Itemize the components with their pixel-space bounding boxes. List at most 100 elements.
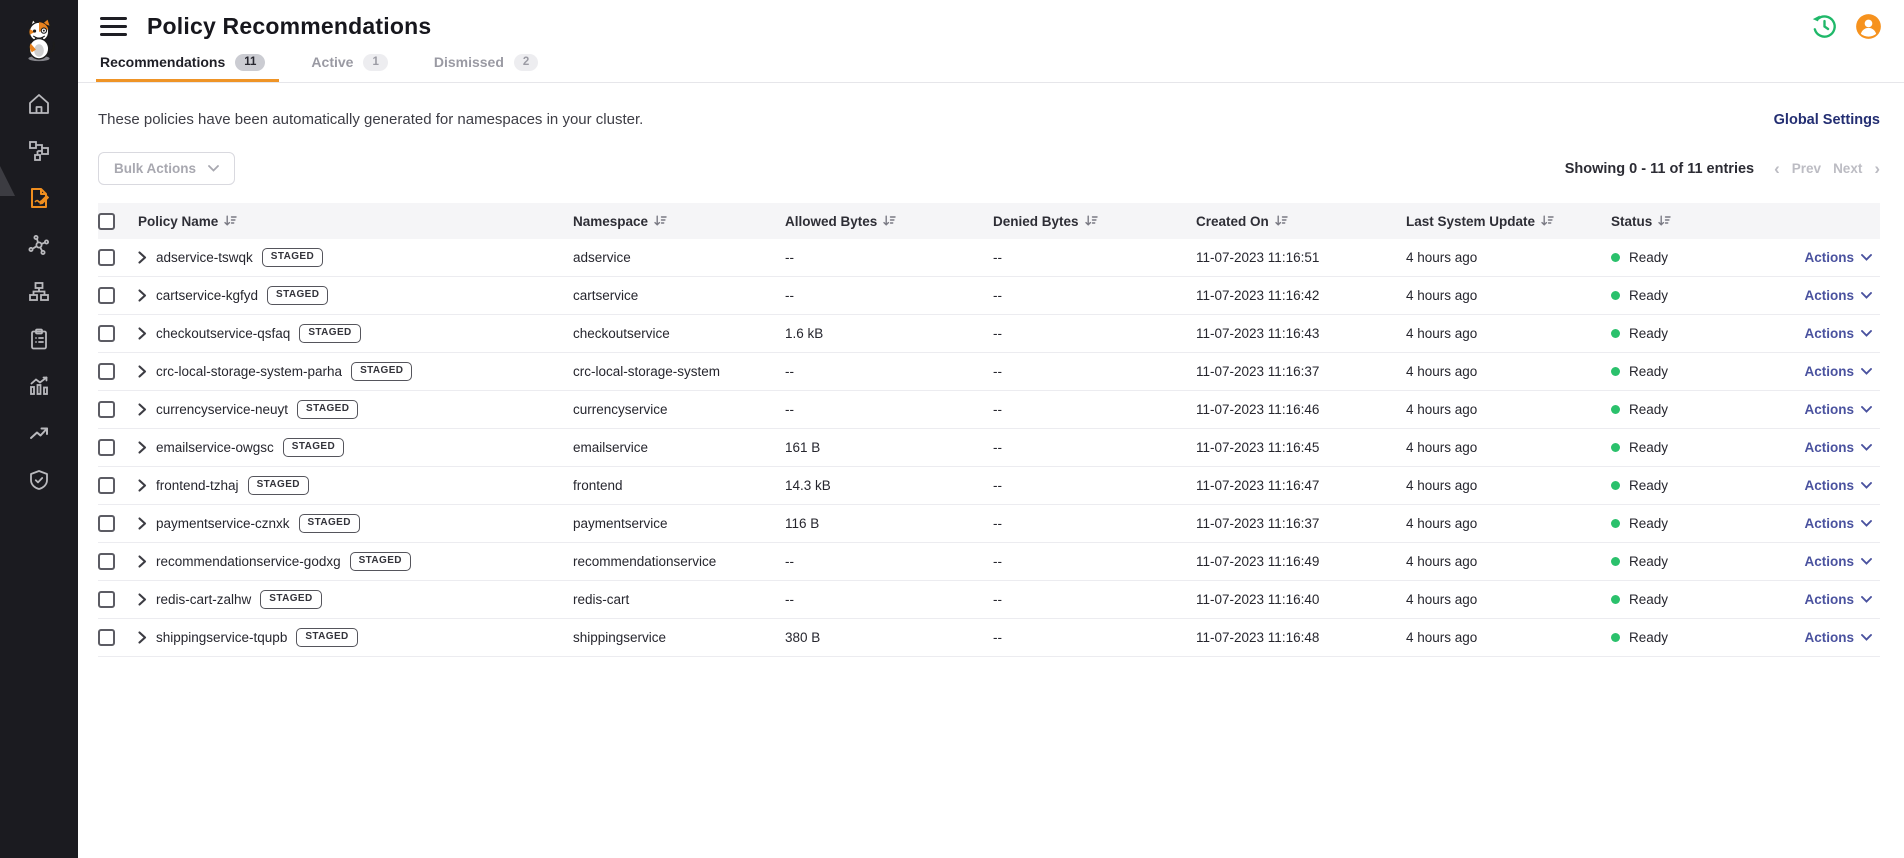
clipboard-icon[interactable] <box>26 326 52 352</box>
staged-badge: STAGED <box>283 438 344 457</box>
actions-dropdown[interactable]: Actions <box>1804 630 1872 645</box>
actions-dropdown[interactable]: Actions <box>1804 288 1872 303</box>
actions-dropdown[interactable]: Actions <box>1804 364 1872 379</box>
history-icon[interactable] <box>1810 12 1838 40</box>
expand-chevron-icon[interactable] <box>138 251 147 264</box>
trend-icon[interactable] <box>26 420 52 446</box>
sort-icon[interactable] <box>654 215 667 227</box>
created-on-value: 11-07-2023 11:16:46 <box>1196 402 1406 417</box>
next-chevron-icon[interactable]: › <box>1874 160 1880 177</box>
bulk-actions-label: Bulk Actions <box>114 161 196 176</box>
row-checkbox[interactable] <box>98 477 115 494</box>
denied-bytes-value: -- <box>993 440 1196 455</box>
sort-icon[interactable] <box>1658 215 1671 227</box>
actions-dropdown[interactable]: Actions <box>1804 402 1872 417</box>
column-header-allowed-bytes[interactable]: Allowed Bytes <box>785 214 896 229</box>
sidebar-nav <box>0 91 78 493</box>
actions-dropdown[interactable]: Actions <box>1804 478 1872 493</box>
row-checkbox[interactable] <box>98 553 115 570</box>
actions-label: Actions <box>1804 288 1854 303</box>
column-header-denied-bytes[interactable]: Denied Bytes <box>993 214 1098 229</box>
chevron-down-icon <box>1861 330 1872 337</box>
policy-name: checkoutservice-qsfaq <box>156 326 290 341</box>
sort-icon[interactable] <box>883 215 896 227</box>
namespace-value: recommendationservice <box>573 554 785 569</box>
allowed-bytes-value: -- <box>785 250 993 265</box>
allowed-bytes-value: 1.6 kB <box>785 326 993 341</box>
avatar-icon[interactable] <box>1854 12 1882 40</box>
bulk-actions-button[interactable]: Bulk Actions <box>98 152 235 185</box>
staged-badge: STAGED <box>267 286 328 305</box>
allowed-bytes-value: 161 B <box>785 440 993 455</box>
row-checkbox[interactable] <box>98 287 115 304</box>
topbar-right <box>1810 12 1882 40</box>
column-header-last-system-update[interactable]: Last System Update <box>1406 214 1554 229</box>
table-row: paymentservice-cznxk STAGED paymentservi… <box>98 505 1880 543</box>
row-checkbox[interactable] <box>98 591 115 608</box>
expand-chevron-icon[interactable] <box>138 289 147 302</box>
expand-chevron-icon[interactable] <box>138 479 147 492</box>
expand-chevron-icon[interactable] <box>138 593 147 606</box>
expand-chevron-icon[interactable] <box>138 631 147 644</box>
expand-chevron-icon[interactable] <box>138 517 147 530</box>
actions-dropdown[interactable]: Actions <box>1804 326 1872 341</box>
created-on-value: 11-07-2023 11:16:48 <box>1196 630 1406 645</box>
column-header-namespace[interactable]: Namespace <box>573 214 667 229</box>
analytics-icon[interactable] <box>26 373 52 399</box>
row-checkbox[interactable] <box>98 249 115 266</box>
hamburger-menu-icon[interactable] <box>100 17 127 36</box>
sitemap-icon[interactable] <box>26 279 52 305</box>
row-checkbox[interactable] <box>98 515 115 532</box>
policy-name: redis-cart-zalhw <box>156 592 251 607</box>
home-icon[interactable] <box>26 91 52 117</box>
row-checkbox[interactable] <box>98 401 115 418</box>
expand-chevron-icon[interactable] <box>138 441 147 454</box>
expand-chevron-icon[interactable] <box>138 327 147 340</box>
actions-dropdown[interactable]: Actions <box>1804 516 1872 531</box>
actions-dropdown[interactable]: Actions <box>1804 592 1872 607</box>
topology-icon[interactable] <box>26 138 52 164</box>
column-header-created-on[interactable]: Created On <box>1196 214 1288 229</box>
prev-chevron-icon[interactable]: ‹ <box>1774 160 1780 177</box>
tab-active[interactable]: Active 1 <box>311 52 387 82</box>
sort-icon[interactable] <box>1275 215 1288 227</box>
status-ready-dot <box>1611 519 1620 528</box>
column-header-policy-name[interactable]: Policy Name <box>138 214 237 229</box>
network-graph-icon[interactable] <box>26 232 52 258</box>
showing-entries-text: Showing 0 - 11 of 11 entries <box>1565 161 1754 177</box>
actions-dropdown[interactable]: Actions <box>1804 250 1872 265</box>
actions-label: Actions <box>1804 554 1854 569</box>
tab-recommendations[interactable]: Recommendations 11 <box>100 52 265 82</box>
table-header-row: Policy Name Namespace Allowed Bytes Deni… <box>98 203 1880 239</box>
policy-edit-icon[interactable] <box>26 185 52 211</box>
last-system-update-value: 4 hours ago <box>1406 250 1611 265</box>
select-all-checkbox[interactable] <box>98 213 115 230</box>
namespace-value: paymentservice <box>573 516 785 531</box>
prev-button[interactable]: Prev <box>1792 161 1821 176</box>
row-checkbox[interactable] <box>98 325 115 342</box>
expand-chevron-icon[interactable] <box>138 365 147 378</box>
actions-dropdown[interactable]: Actions <box>1804 440 1872 455</box>
sort-icon[interactable] <box>1541 215 1554 227</box>
expand-chevron-icon[interactable] <box>138 555 147 568</box>
namespace-value: currencyservice <box>573 402 785 417</box>
pagination: ‹ Prev Next › <box>1774 160 1880 177</box>
shield-check-icon[interactable] <box>26 467 52 493</box>
actions-dropdown[interactable]: Actions <box>1804 554 1872 569</box>
cat-mascot-logo[interactable] <box>0 0 78 78</box>
row-checkbox[interactable] <box>98 363 115 380</box>
created-on-value: 11-07-2023 11:16:37 <box>1196 364 1406 379</box>
tab-dismissed[interactable]: Dismissed 2 <box>434 52 538 82</box>
row-checkbox[interactable] <box>98 439 115 456</box>
policy-name: adservice-tswqk <box>156 250 253 265</box>
expand-chevron-icon[interactable] <box>138 403 147 416</box>
row-checkbox[interactable] <box>98 629 115 646</box>
sort-icon[interactable] <box>1085 215 1098 227</box>
top-bar: Policy Recommendations <box>78 0 1904 52</box>
global-settings-link[interactable]: Global Settings <box>1774 112 1880 128</box>
column-header-status[interactable]: Status <box>1611 214 1671 229</box>
next-button[interactable]: Next <box>1833 161 1862 176</box>
sort-icon[interactable] <box>224 215 237 227</box>
actions-label: Actions <box>1804 516 1854 531</box>
created-on-value: 11-07-2023 11:16:45 <box>1196 440 1406 455</box>
